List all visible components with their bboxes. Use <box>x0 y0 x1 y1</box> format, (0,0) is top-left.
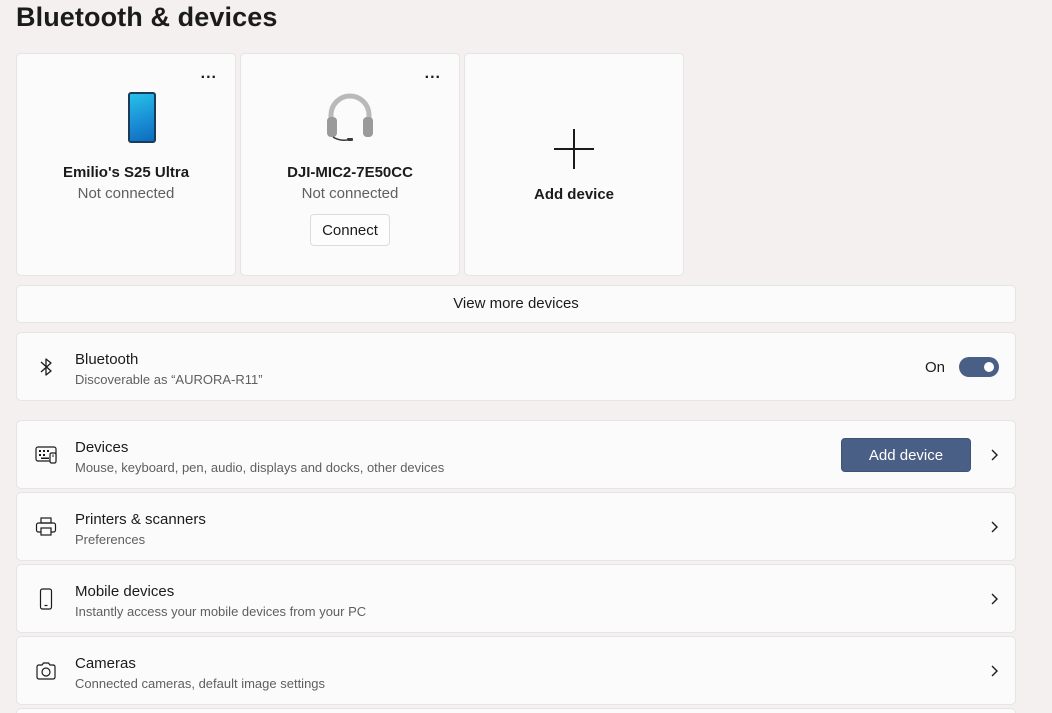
add-device-card[interactable]: Add device <box>464 53 684 276</box>
device-card-phone[interactable]: ... Emilio's S25 Ultra Not connected <box>16 53 236 276</box>
connect-button[interactable]: Connect <box>310 214 390 246</box>
devices-title: Devices <box>75 439 129 456</box>
view-more-devices-button[interactable]: View more devices <box>16 285 1016 323</box>
cameras-title: Cameras <box>75 655 136 672</box>
bluetooth-icon <box>40 357 52 376</box>
settings-row-devices[interactable]: Devices Mouse, keyboard, pen, audio, dis… <box>16 420 1016 489</box>
cameras-subtitle: Connected cameras, default image setting… <box>75 676 326 691</box>
printers-title: Printers & scanners <box>75 511 206 528</box>
bluetooth-row: Bluetooth Discoverable as “AURORA-R11” O… <box>16 332 1016 401</box>
settings-row-printers[interactable]: Printers & scanners Preferences <box>16 492 1016 561</box>
phone-outline-icon <box>39 587 53 610</box>
keyboard-icon <box>35 445 57 464</box>
printers-subtitle: Preferences <box>75 532 146 547</box>
settings-row-next[interactable] <box>16 708 1016 713</box>
mobile-title: Mobile devices <box>75 583 175 600</box>
chevron-right-icon <box>991 593 998 604</box>
device-name: Emilio's S25 Ultra <box>62 164 190 181</box>
add-device-button[interactable]: Add device <box>841 438 971 472</box>
printer-icon <box>35 516 57 536</box>
page-title: Bluetooth & devices <box>16 2 278 32</box>
more-options-icon[interactable]: ... <box>201 66 217 82</box>
chevron-right-icon <box>991 665 998 676</box>
device-name: DJI-MIC2-7E50CC <box>287 164 413 181</box>
device-status: Not connected <box>77 185 175 202</box>
smartphone-icon <box>128 92 156 143</box>
more-options-icon[interactable]: ... <box>425 66 441 82</box>
devices-subtitle: Mouse, keyboard, pen, audio, displays an… <box>75 460 445 475</box>
chevron-right-icon <box>991 521 998 532</box>
bluetooth-devices-page: Bluetooth & devices ... Emilio's S25 Ult… <box>0 0 1052 713</box>
mobile-subtitle: Instantly access your mobile devices fro… <box>75 604 367 619</box>
device-status: Not connected <box>301 185 399 202</box>
settings-row-mobile[interactable]: Mobile devices Instantly access your mob… <box>16 564 1016 633</box>
settings-row-cameras[interactable]: Cameras Connected cameras, default image… <box>16 636 1016 705</box>
bluetooth-title: Bluetooth <box>75 351 139 368</box>
toggle-knob <box>984 362 994 372</box>
chevron-right-icon <box>991 449 998 460</box>
device-card-headset[interactable]: ... DJI-MIC2-7E50CC Not connected Connec… <box>240 53 460 276</box>
add-device-label: Add device <box>533 186 615 203</box>
toggle-state-label: On <box>924 359 945 376</box>
headset-icon <box>327 93 373 141</box>
bluetooth-toggle[interactable] <box>959 357 999 377</box>
camera-icon <box>36 661 56 680</box>
plus-icon <box>554 129 594 169</box>
bluetooth-subtitle: Discoverable as “AURORA-R11” <box>75 372 263 387</box>
